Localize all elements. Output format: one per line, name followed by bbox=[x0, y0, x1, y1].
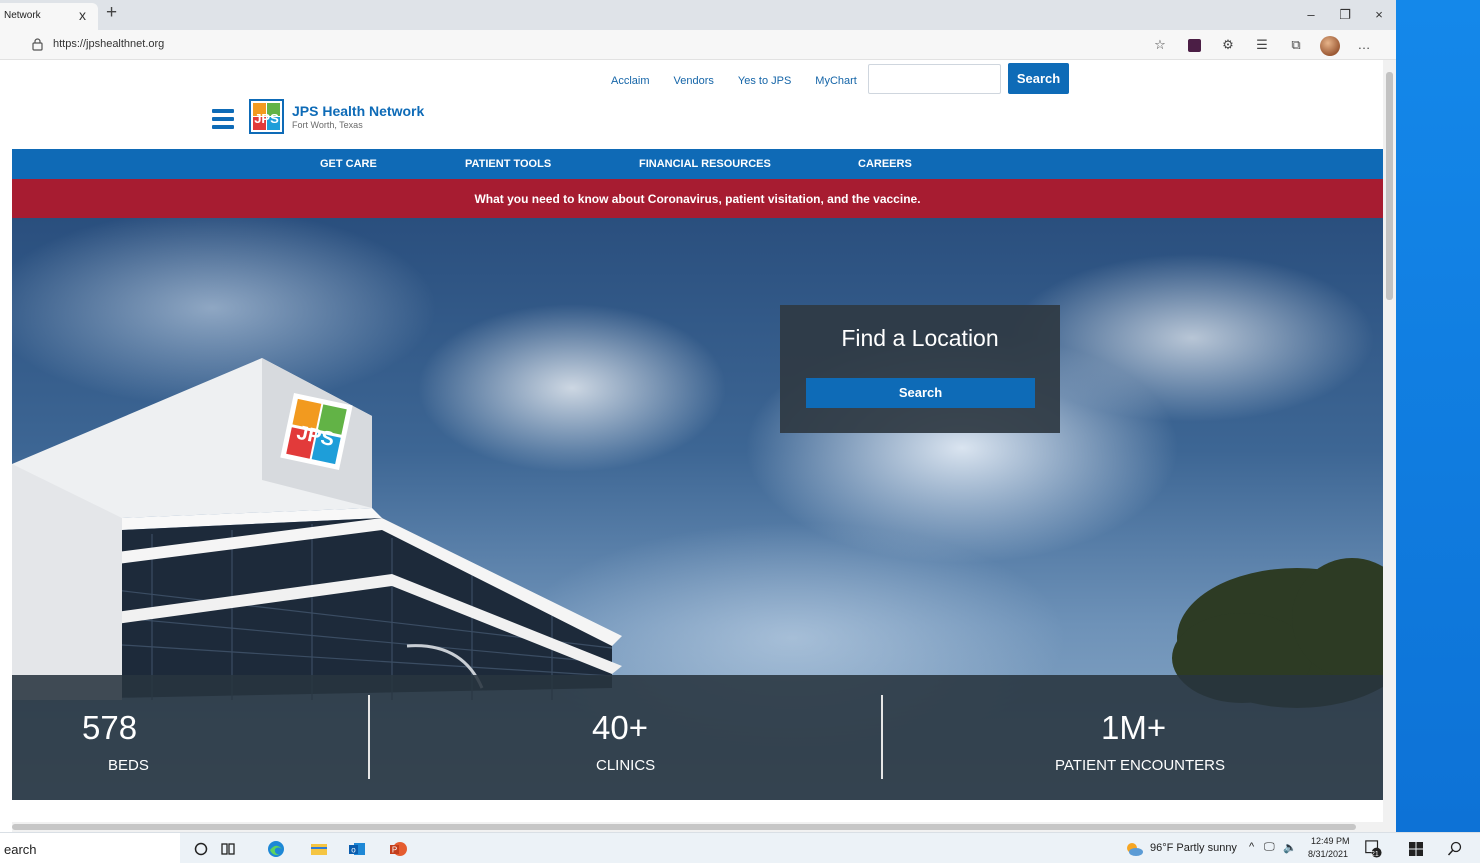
utility-link-yes-to-jps[interactable]: Yes to JPS bbox=[738, 75, 791, 87]
site-header: Acclaim Vendors Yes to JPS MyChart Searc… bbox=[12, 60, 1383, 149]
lock-icon[interactable] bbox=[32, 38, 43, 51]
svg-text:JPS: JPS bbox=[254, 111, 279, 126]
clock-time[interactable]: 12:49 PM bbox=[1311, 836, 1350, 846]
extension-icon[interactable] bbox=[1180, 34, 1208, 56]
coronavirus-alert-link[interactable]: What you need to know about Coronavirus,… bbox=[12, 192, 1383, 206]
horizontal-scroll-thumb[interactable] bbox=[12, 824, 1356, 830]
nav-careers[interactable]: CAREERS bbox=[858, 158, 912, 170]
stat-encounters-number: 1M+ bbox=[1101, 709, 1167, 746]
main-nav: GET CARE PATIENT TOOLS FINANCIAL RESOURC… bbox=[12, 149, 1383, 179]
task-view-icon[interactable] bbox=[220, 840, 236, 858]
hero-banner: JPS Find a Location Search 578 BEDS 40+ … bbox=[12, 218, 1383, 800]
outlook-icon[interactable]: o bbox=[348, 840, 366, 858]
tab-close-icon[interactable]: x bbox=[79, 7, 86, 23]
hamburger-menu-icon[interactable] bbox=[212, 109, 234, 129]
clock-date[interactable]: 8/31/2021 bbox=[1308, 849, 1348, 859]
horizontal-scrollbar[interactable] bbox=[12, 822, 1396, 832]
more-icon[interactable]: … bbox=[1350, 34, 1378, 56]
network-icon[interactable]: 🖵 bbox=[1264, 841, 1275, 854]
utility-link-acclaim[interactable]: Acclaim bbox=[611, 75, 650, 87]
address-bar: https://jpshealthnet.org ☆ ⚙ ☰ ⧉ … bbox=[0, 30, 1396, 60]
coronavirus-alert-bar: What you need to know about Coronavirus,… bbox=[12, 179, 1383, 218]
windows-taskbar: earch o P 96°F Partly sunny ^ 🖵 🔈 12:49 … bbox=[0, 832, 1480, 863]
extensions-puzzle-icon[interactable]: ⚙ bbox=[1214, 34, 1242, 56]
page-viewport: Acclaim Vendors Yes to JPS MyChart Searc… bbox=[12, 60, 1383, 822]
weather-status[interactable]: 96°F Partly sunny bbox=[1150, 842, 1237, 854]
utility-link-vendors[interactable]: Vendors bbox=[674, 75, 714, 87]
nav-get-care[interactable]: GET CARE bbox=[320, 158, 377, 170]
stat-beds-label: BEDS bbox=[108, 757, 149, 774]
close-window-button[interactable]: × bbox=[1362, 0, 1396, 30]
utility-link-mychart[interactable]: MyChart bbox=[815, 75, 857, 87]
nav-patient-tools[interactable]: PATIENT TOOLS bbox=[465, 158, 551, 170]
browser-toolbar-icons: ☆ ⚙ ☰ ⧉ … bbox=[1146, 34, 1378, 56]
tab-title: Network bbox=[4, 10, 41, 21]
window-controls: – ❐ × bbox=[1294, 0, 1396, 30]
svg-text:P: P bbox=[392, 846, 397, 855]
notification-count: 21 bbox=[1371, 851, 1379, 858]
site-search-button[interactable]: Search bbox=[1008, 63, 1069, 94]
stat-beds-number: 578 bbox=[82, 709, 138, 746]
weather-icon[interactable] bbox=[1124, 840, 1144, 858]
stat-clinics-label: CLINICS bbox=[596, 757, 656, 774]
svg-text:o: o bbox=[351, 846, 356, 855]
windows-start-icon[interactable] bbox=[1408, 840, 1424, 858]
nav-financial-resources[interactable]: FINANCIAL RESOURCES bbox=[639, 158, 771, 170]
search-icon[interactable] bbox=[1447, 840, 1463, 858]
logo-name[interactable]: JPS Health Network bbox=[292, 103, 424, 119]
cortana-icon[interactable] bbox=[194, 840, 208, 858]
stat-divider bbox=[368, 695, 370, 779]
jps-logo-icon[interactable]: JPS bbox=[249, 99, 284, 134]
favorites-star-icon[interactable]: ☆ bbox=[1146, 34, 1174, 56]
browser-tab[interactable]: Network x bbox=[0, 3, 98, 30]
volume-icon[interactable]: 🔈 bbox=[1283, 841, 1297, 854]
restore-button[interactable]: ❐ bbox=[1328, 0, 1362, 30]
url-field[interactable]: https://jpshealthnet.org bbox=[53, 38, 164, 50]
find-location-search-button[interactable]: Search bbox=[806, 378, 1035, 408]
browser-tab-bar: Network x + – ❐ × bbox=[0, 0, 1396, 30]
utility-nav: Acclaim Vendors Yes to JPS MyChart bbox=[611, 75, 857, 87]
edge-icon[interactable] bbox=[266, 840, 286, 858]
new-tab-button[interactable]: + bbox=[106, 2, 117, 24]
find-location-panel: Find a Location Search bbox=[780, 305, 1060, 433]
taskbar-search-text: earch bbox=[4, 842, 37, 857]
find-location-title: Find a Location bbox=[841, 325, 999, 351]
stat-divider bbox=[881, 695, 883, 779]
collections-icon[interactable]: ⧉ bbox=[1282, 34, 1310, 56]
profile-avatar-icon[interactable] bbox=[1316, 34, 1344, 56]
vertical-scroll-thumb[interactable] bbox=[1386, 72, 1393, 300]
tray-overflow-icon[interactable]: ^ bbox=[1249, 841, 1254, 853]
stats-bar: 578 BEDS 40+ CLINICS 1M+ PATIENT ENCOUNT… bbox=[12, 675, 1383, 800]
site-search-input[interactable] bbox=[868, 64, 1001, 94]
logo-subtitle: Fort Worth, Texas bbox=[292, 120, 363, 130]
powerpoint-icon[interactable]: P bbox=[388, 840, 408, 858]
minimize-button[interactable]: – bbox=[1294, 0, 1328, 30]
desktop-background bbox=[1396, 0, 1480, 832]
stat-encounters-label: PATIENT ENCOUNTERS bbox=[1055, 757, 1226, 774]
favorites-list-icon[interactable]: ☰ bbox=[1248, 34, 1276, 56]
file-explorer-icon[interactable] bbox=[310, 840, 328, 858]
vertical-scrollbar[interactable] bbox=[1383, 60, 1396, 822]
stat-clinics-number: 40+ bbox=[592, 709, 648, 746]
taskbar-search-box[interactable]: earch bbox=[0, 833, 180, 863]
